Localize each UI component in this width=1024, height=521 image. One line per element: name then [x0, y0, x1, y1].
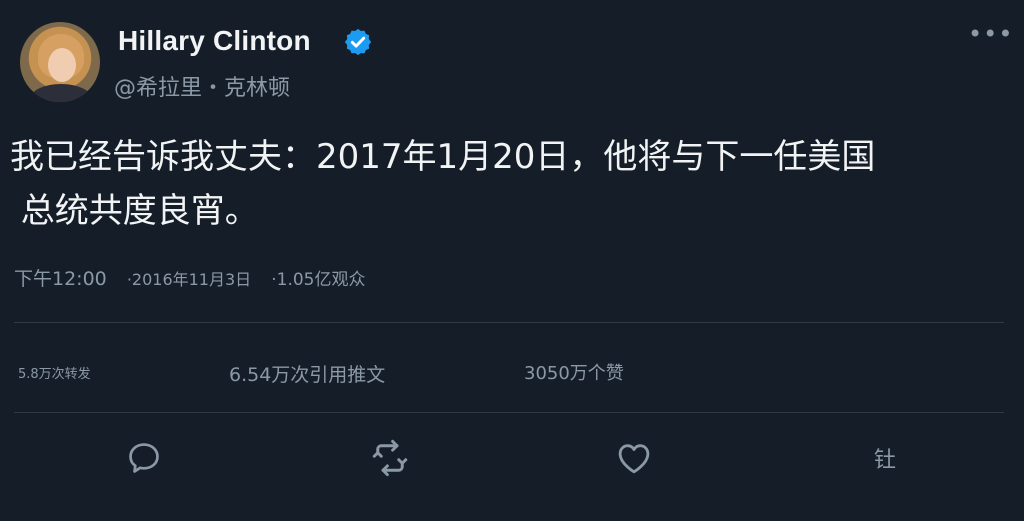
tweet-text: 我已经告诉我丈夫：2017年1月20日，他将与下一任美国 总统共度良宵。 — [10, 130, 970, 238]
user-handle[interactable]: @希拉里・克林顿 — [114, 70, 290, 102]
tweet-time[interactable]: 下午12:00 — [14, 268, 107, 290]
avatar[interactable] — [20, 22, 100, 102]
tweet-card: Hillary Clinton @希拉里・克林顿 ••• 我已经告诉我丈夫：20… — [0, 0, 1024, 521]
quote-count[interactable]: 6.54万次引用推文 — [229, 360, 385, 387]
like-count[interactable]: 3050万个赞 — [524, 359, 624, 385]
tweet-actions: 钍 — [0, 436, 1024, 482]
divider-bottom — [14, 412, 1004, 413]
tweet-meta: 下午12:00 ·2016年11月3日 ·1.05亿观众 — [14, 264, 379, 291]
display-name[interactable]: Hillary Clinton — [118, 25, 311, 57]
retweet-icon — [372, 439, 408, 477]
avatar-face — [48, 48, 76, 82]
retweet-count[interactable]: 5.8万次转发 — [18, 363, 91, 382]
tweet-views: ·1.05亿观众 — [271, 270, 366, 290]
like-button[interactable] — [612, 436, 656, 480]
reply-button[interactable] — [122, 436, 166, 480]
tweet-text-line-1: 我已经告诉我丈夫：2017年1月20日，他将与下一任美国 — [10, 137, 876, 177]
retweet-button[interactable] — [368, 436, 412, 480]
divider-top — [14, 322, 1004, 323]
share-button[interactable]: 钍 — [863, 436, 907, 480]
tweet-date[interactable]: ·2016年11月3日 — [127, 270, 251, 289]
verified-badge-icon — [344, 28, 372, 56]
tweet-text-line-2: 总统共度良宵。 — [10, 191, 259, 231]
like-icon — [618, 444, 650, 474]
reply-icon — [129, 443, 159, 473]
tweet-stats: 5.8万次转发 6.54万次引用推文 3050万个赞 — [0, 356, 1024, 386]
more-options-icon[interactable]: ••• — [968, 22, 1012, 50]
avatar-shoulder — [30, 84, 92, 102]
